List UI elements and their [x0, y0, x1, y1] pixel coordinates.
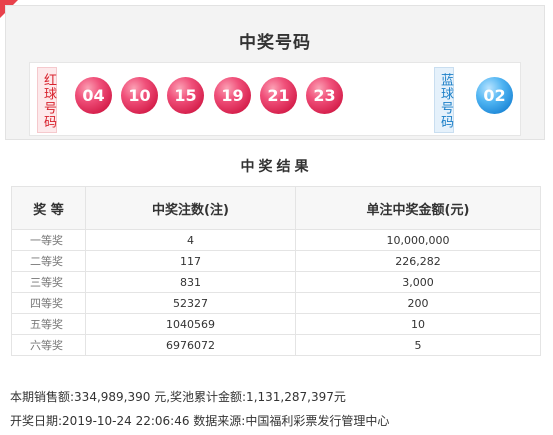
table-row: 四等奖 52327 200 [11, 292, 541, 314]
red-ball-2: 10 [121, 77, 158, 114]
winner-count: 4 [85, 229, 296, 251]
table-row: 五等奖 1040569 10 [11, 313, 541, 335]
winner-count: 117 [85, 250, 296, 272]
header-amount: 单注中奖金额(元) [295, 186, 541, 230]
winner-count: 6976072 [85, 334, 296, 356]
prize-level: 二等奖 [11, 250, 86, 272]
table-row: 一等奖 4 10,000,000 [11, 229, 541, 251]
table-row: 二等奖 117 226,282 [11, 250, 541, 272]
winner-count: 52327 [85, 292, 296, 314]
prize-amount: 5 [295, 334, 541, 356]
prize-amount: 10,000,000 [295, 229, 541, 251]
winner-count: 831 [85, 271, 296, 293]
prize-level: 三等奖 [11, 271, 86, 293]
prize-amount: 10 [295, 313, 541, 335]
red-ball-1: 04 [75, 77, 112, 114]
prize-amount: 200 [295, 292, 541, 314]
red-ball-3: 15 [167, 77, 204, 114]
sales-summary: 本期销售额:334,989,390 元,奖池累计金额:1,131,287,397… [10, 390, 346, 404]
ball-row: 红球号码 04 10 15 19 21 23 蓝球号码 02 [29, 62, 521, 136]
winning-numbers-panel: 中奖号码 红球号码 04 10 15 19 21 23 蓝球号码 02 [5, 5, 545, 140]
panel-title: 中奖号码 [239, 33, 311, 53]
blue-ball-label: 蓝球号码 [434, 67, 454, 133]
draw-info: 开奖日期:2019-10-24 22:06:46 数据来源:中国福利彩票发行管理… [10, 414, 390, 428]
table-header-row: 奖 等 中奖注数(注) 单注中奖金额(元) [11, 186, 541, 230]
table-row: 三等奖 831 3,000 [11, 271, 541, 293]
prize-amount: 226,282 [295, 250, 541, 272]
header-level: 奖 等 [11, 186, 86, 230]
results-table: 奖 等 中奖注数(注) 单注中奖金额(元) 一等奖 4 10,000,000 二… [11, 186, 541, 356]
blue-ball-1: 02 [476, 77, 513, 114]
red-ball-label: 红球号码 [37, 67, 57, 133]
red-ball-4: 19 [214, 77, 251, 114]
prize-level: 六等奖 [11, 334, 86, 356]
red-ball-6: 23 [306, 77, 343, 114]
winner-count: 1040569 [85, 313, 296, 335]
prize-level: 四等奖 [11, 292, 86, 314]
table-row: 六等奖 6976072 5 [11, 334, 541, 356]
results-title: 中奖结果 [240, 159, 313, 175]
prize-level: 五等奖 [11, 313, 86, 335]
prize-amount: 3,000 [295, 271, 541, 293]
prize-level: 一等奖 [11, 229, 86, 251]
red-ball-5: 21 [260, 77, 297, 114]
header-count: 中奖注数(注) [85, 186, 296, 230]
